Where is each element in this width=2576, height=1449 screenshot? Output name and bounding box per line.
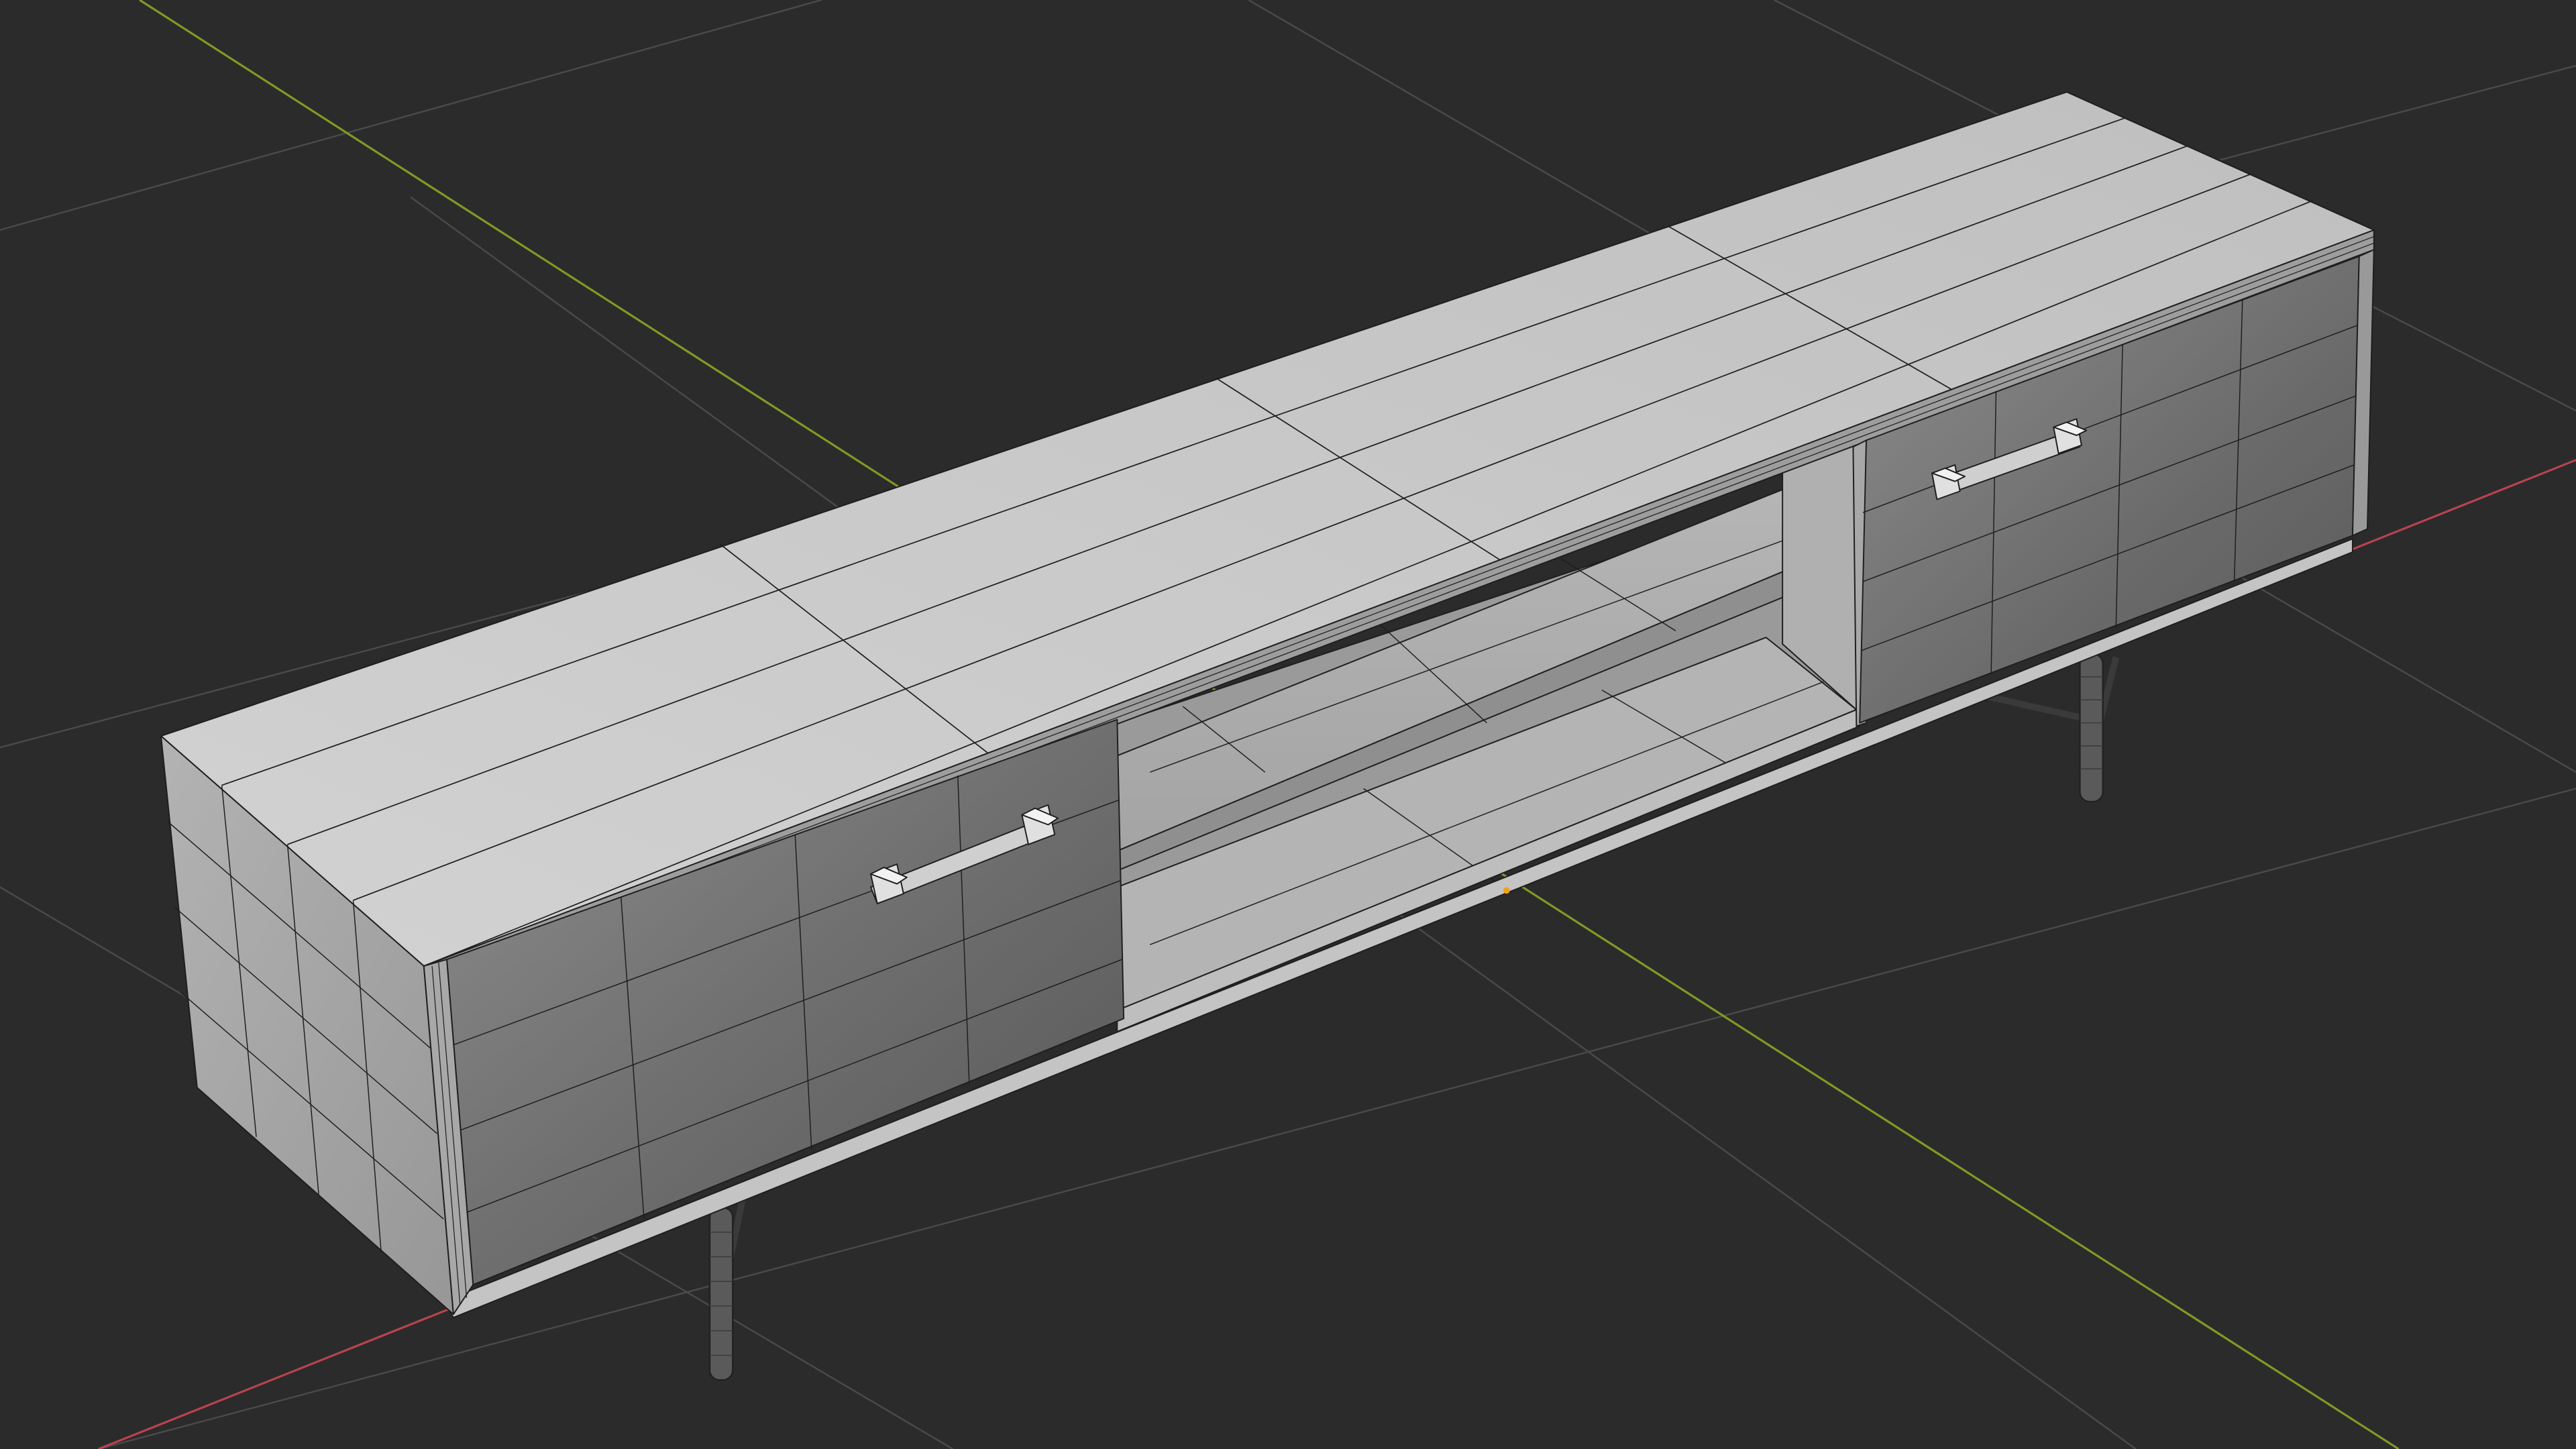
3d-viewport[interactable] <box>0 0 2576 1449</box>
world-origin-dot <box>1503 887 1510 894</box>
